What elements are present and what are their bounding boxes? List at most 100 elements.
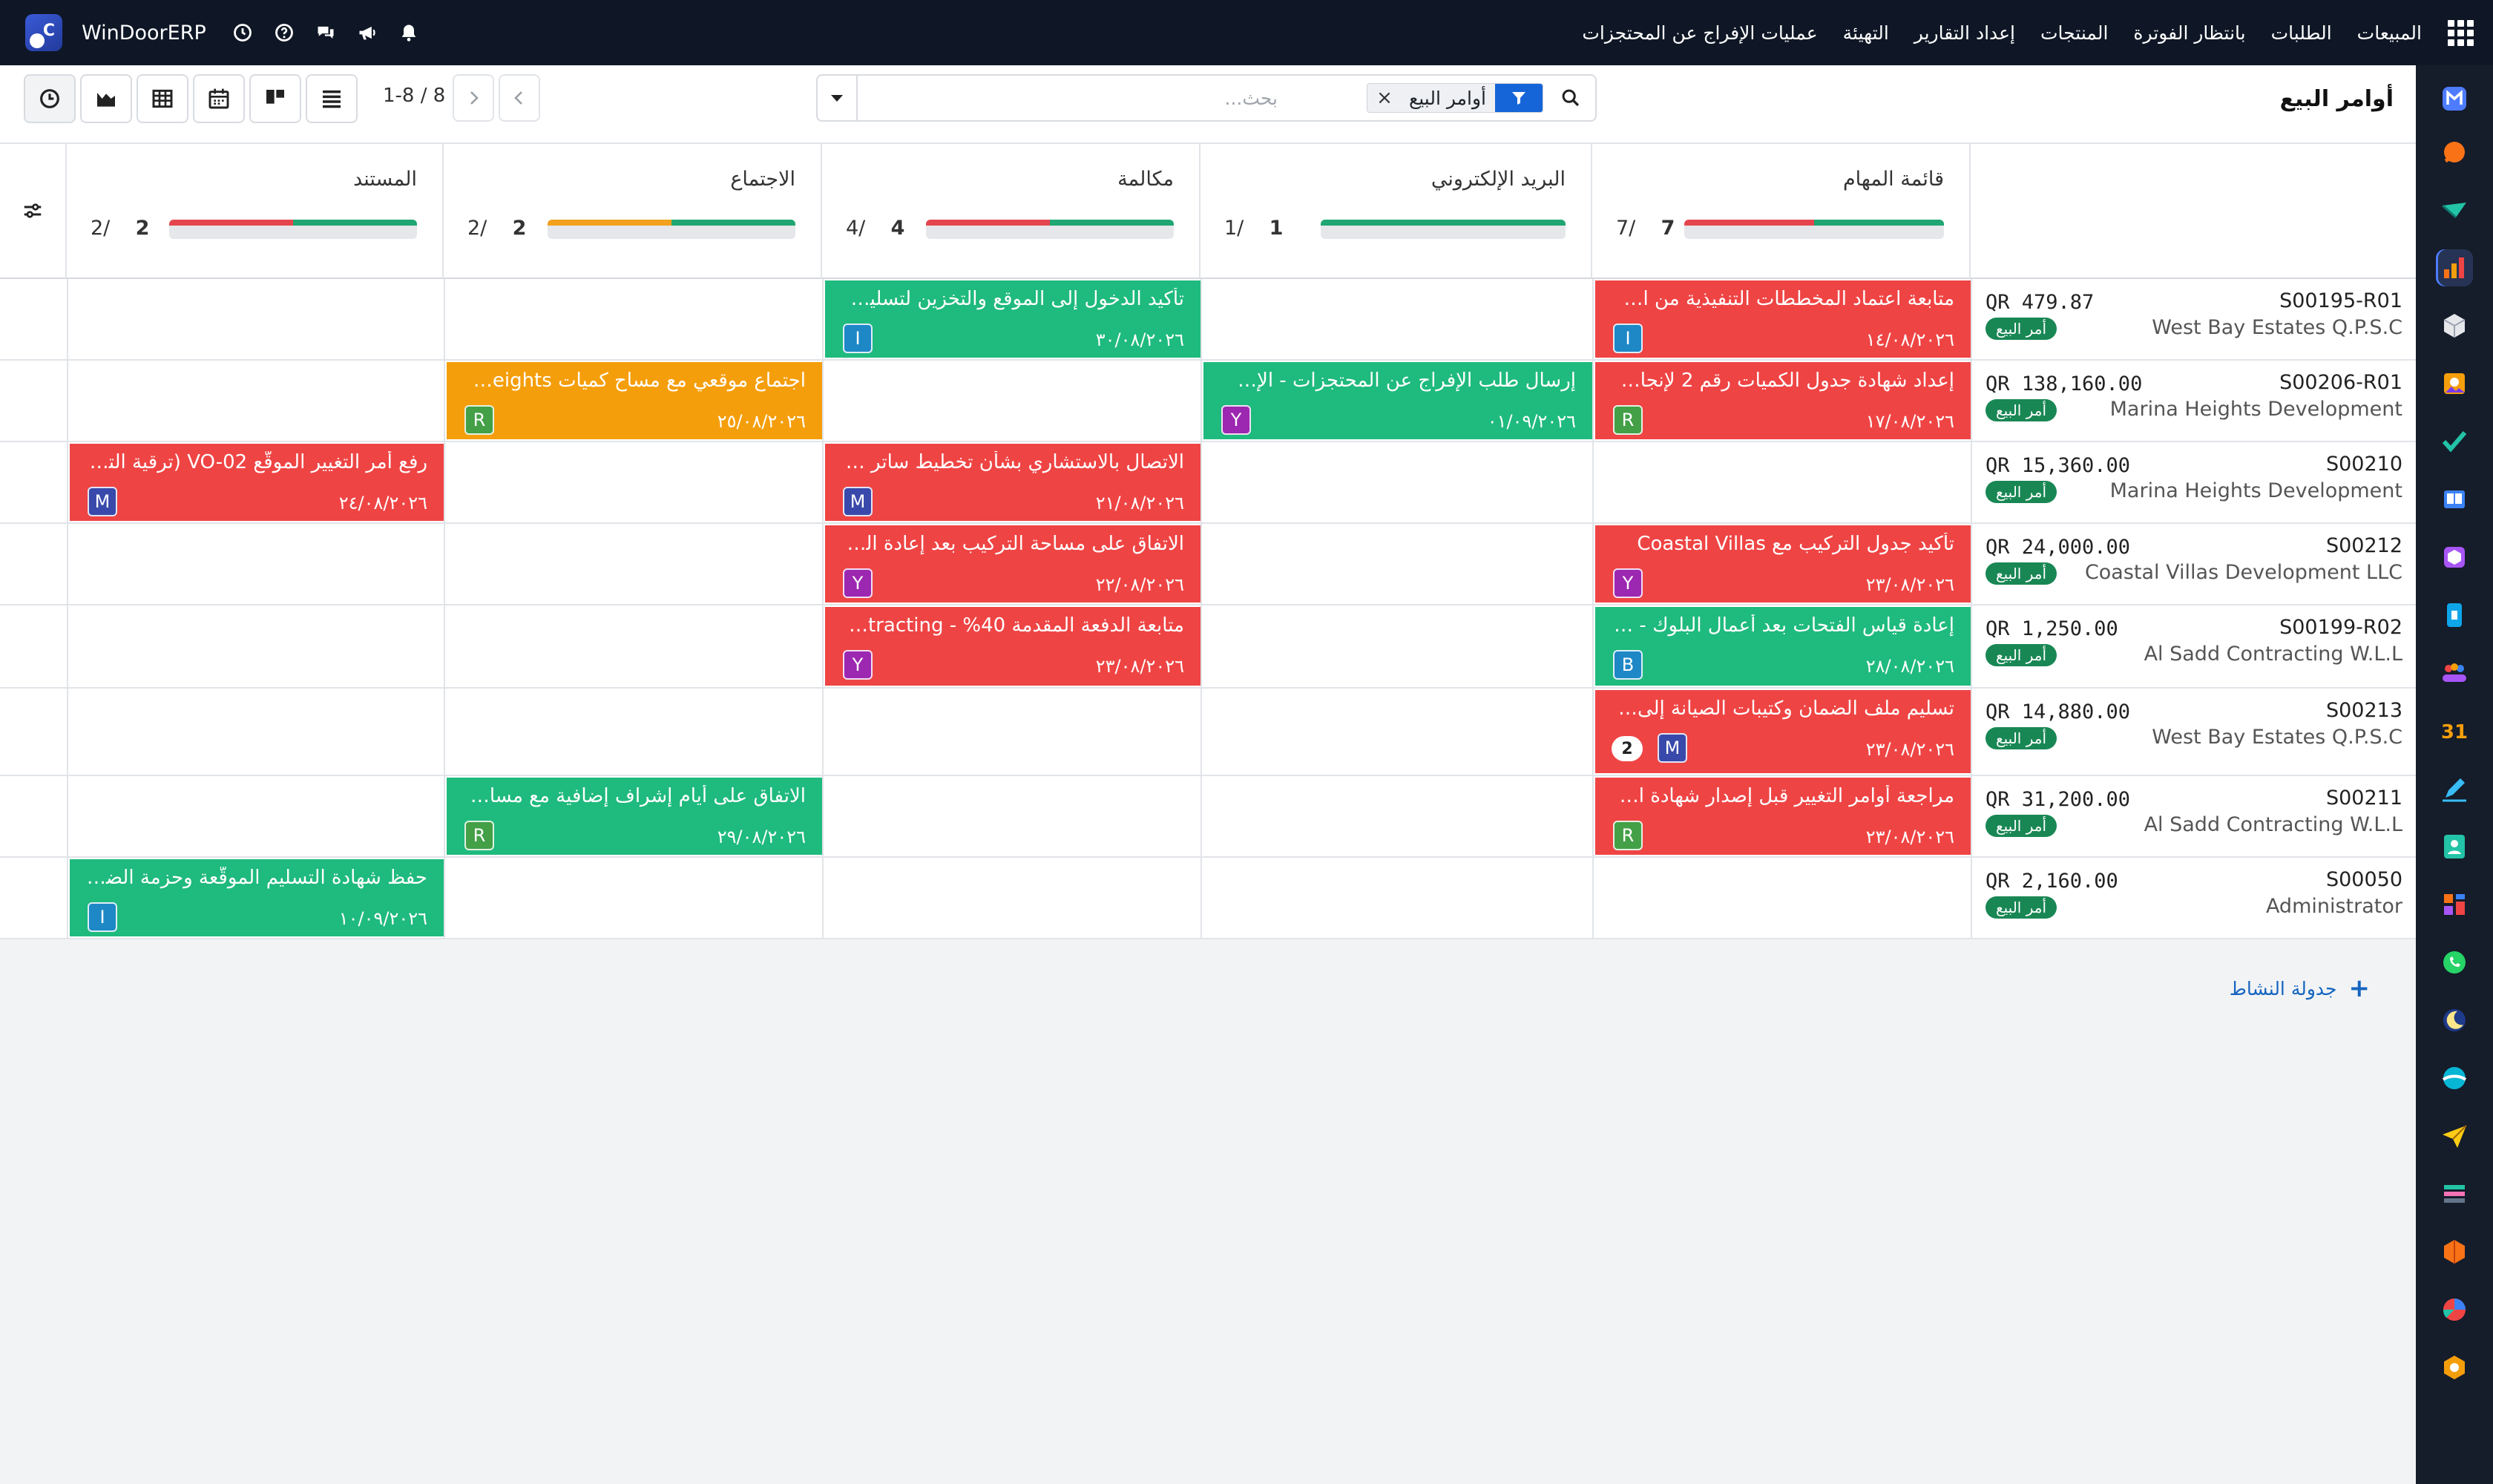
schedule-activity-link[interactable]: + جدولة النشاط — [2230, 974, 2370, 1003]
cube-app-icon[interactable] — [2436, 539, 2473, 576]
activity-card[interactable]: حفظ شهادة التسليم الموقّعة وحزمة الضمان ١… — [70, 859, 444, 936]
column-header-email[interactable]: البريد الإلكتروني 1/ 1 — [1200, 144, 1592, 279]
activity-cell[interactable] — [822, 689, 1200, 775]
avatar[interactable]: Y — [843, 568, 873, 598]
column-header-meeting[interactable]: الاجتماع 2/ 2 — [444, 144, 822, 279]
avatar[interactable]: B — [1613, 650, 1643, 680]
bell-icon[interactable] — [398, 22, 420, 44]
activity-cell[interactable] — [1200, 279, 1592, 359]
feather-app-icon[interactable] — [2436, 191, 2473, 229]
avatar[interactable]: R — [464, 821, 494, 850]
search-icon[interactable] — [1546, 76, 1595, 120]
whatsapp-app-icon[interactable] — [2436, 944, 2473, 981]
column-header-call[interactable]: مكالمة 4/ 4 — [822, 144, 1200, 279]
avatar[interactable]: I — [843, 324, 873, 353]
column-header-document[interactable]: المستند 2/ 2 — [67, 144, 444, 279]
avatar[interactable]: M — [88, 487, 117, 516]
activity-cell[interactable]: تأكيد جدول التركيب مع Coastal Villas ٢٣/٠… — [1592, 524, 1971, 604]
settings-app-icon[interactable] — [2436, 1349, 2473, 1386]
activity-cell[interactable] — [67, 279, 444, 359]
column-progress-bar[interactable] — [1321, 220, 1566, 239]
activity-cell[interactable]: تسليم ملف الضمان وكتيبات الصيانة إلى t B… — [1592, 689, 1971, 775]
column-header-todo[interactable]: قائمة المهام 7/ 7 — [1592, 144, 1971, 279]
avatar[interactable]: R — [1613, 405, 1643, 435]
activity-cell[interactable]: متابعة الدفعة المقدمة 40% - ontracting..… — [822, 605, 1200, 687]
activity-card[interactable]: متابعة اعتماد المخططات التنفيذية من الاس… — [1595, 280, 1971, 358]
search-input[interactable] — [862, 83, 1278, 113]
phone-app-icon[interactable] — [2436, 597, 2473, 634]
activity-cell[interactable] — [444, 858, 822, 938]
check-app-icon[interactable] — [2436, 423, 2473, 460]
activity-cell[interactable]: إرسال طلب الإفراج عن المحتجزات - الإنجاز… — [1200, 361, 1592, 441]
chat-icon[interactable] — [315, 22, 337, 44]
activity-card[interactable]: إعادة قياس الفتحات بعد أعمال البلوك - مج… — [1595, 607, 1971, 686]
menu-orders[interactable]: الطلبات — [2271, 22, 2332, 44]
pager-value[interactable]: 1-8 / 8 — [383, 85, 445, 107]
avatar[interactable]: Y — [1613, 568, 1643, 598]
activity-cell[interactable] — [444, 689, 822, 775]
mail-app-icon[interactable] — [2436, 80, 2473, 117]
activity-cell[interactable] — [1200, 524, 1592, 604]
send-app-icon[interactable] — [2436, 1117, 2473, 1155]
activity-cell[interactable] — [822, 858, 1200, 938]
activity-cell[interactable]: إعداد شهادة جدول الكميات رقم 2 لإنجاز شه… — [1592, 361, 1971, 441]
discuss-app-icon[interactable] — [2436, 134, 2473, 171]
activity-cell[interactable]: تأكيد الدخول إلى الموقع والتخزين لتسليم … — [822, 279, 1200, 359]
activity-cell[interactable] — [1592, 442, 1971, 522]
column-progress-bar[interactable] — [548, 220, 795, 239]
activity-card[interactable]: اجتماع موقعي مع مساح كميات a Heights... ٢… — [447, 362, 822, 439]
menu-reporting[interactable]: إعداد التقارير — [1914, 22, 2015, 44]
activity-cell[interactable] — [822, 776, 1200, 856]
record-cell[interactable]: S00212 Coastal Villas Development LLC QR 2… — [1971, 524, 2416, 604]
search-box[interactable]: أوامر البيع × — [816, 74, 1597, 122]
layers-app-icon[interactable] — [2436, 1175, 2473, 1212]
column-settings-button[interactable] — [0, 144, 67, 279]
record-cell[interactable]: S00211 Al Sadd Contracting W.L.L QR 31,200… — [1971, 776, 2416, 856]
activity-cell[interactable]: الاتفاق على مساحة التركيب بعد إعادة القي… — [822, 524, 1200, 604]
activity-cell[interactable] — [67, 524, 444, 604]
avatar[interactable]: I — [1613, 324, 1643, 353]
contacts-app-icon[interactable] — [2436, 828, 2473, 865]
activity-cell[interactable] — [67, 605, 444, 687]
record-cell[interactable]: S00213 West Bay Estates Q.P.S.C QR 14,880.… — [1971, 689, 2416, 775]
avatar[interactable]: I — [88, 902, 117, 932]
pager-next-button[interactable] — [453, 74, 494, 122]
activity-card[interactable]: رفع أمر التغيير الموقّع VO-02 (ترقية الت… — [70, 444, 444, 521]
team-app-icon[interactable] — [2436, 654, 2473, 692]
photo-app-icon[interactable] — [2436, 365, 2473, 402]
box-app-icon[interactable] — [2436, 307, 2473, 344]
activity-cell[interactable] — [1200, 776, 1592, 856]
activity-cell[interactable] — [1200, 858, 1592, 938]
menu-retention-release[interactable]: عمليات الإفراج عن المحتجزات — [1582, 22, 1817, 44]
activity-cell[interactable] — [1200, 442, 1592, 522]
hexagon-app-icon[interactable] — [2436, 1233, 2473, 1270]
activity-card[interactable]: الاتفاق على مساحة التركيب بعد إعادة القي… — [825, 525, 1200, 603]
avatar[interactable]: Y — [1221, 405, 1251, 435]
menu-configuration[interactable]: التهيئة — [1843, 22, 1889, 44]
activity-card[interactable]: متابعة الدفعة المقدمة 40% - ontracting..… — [825, 607, 1200, 686]
pager-previous-button[interactable] — [499, 74, 540, 122]
activity-card[interactable]: الاتفاق على أيام إشراف إضافية مع مساح كم… — [447, 778, 822, 855]
avatar[interactable]: R — [464, 405, 494, 435]
activity-cell[interactable] — [67, 361, 444, 441]
activity-cell[interactable] — [1592, 858, 1971, 938]
activity-card[interactable]: مراجعة أوامر التغيير قبل إصدار شهادة الإ… — [1595, 778, 1971, 855]
record-cell[interactable]: S00206-R01 Marina Heights Development QR 1… — [1971, 361, 2416, 441]
company-logo-icon[interactable]: C — [25, 14, 62, 51]
book-app-icon[interactable] — [2436, 481, 2473, 518]
column-progress-bar[interactable] — [1684, 220, 1944, 239]
pie-app-icon[interactable] — [2436, 1291, 2473, 1328]
activity-card[interactable]: الاتصال بالاستشاري بشأن تخطيط ساتر سطح..… — [825, 444, 1200, 521]
activity-cell[interactable]: إعادة قياس الفتحات بعد أعمال البلوك - مج… — [1592, 605, 1971, 687]
wave-app-icon[interactable] — [2436, 1060, 2473, 1097]
menu-products[interactable]: المنتجات — [2040, 22, 2108, 44]
menu-to-invoice[interactable]: بانتظار الفوترة — [2133, 22, 2245, 44]
moon-app-icon[interactable] — [2436, 1002, 2473, 1039]
avatar[interactable]: M — [1658, 733, 1687, 763]
activity-cell[interactable] — [1200, 689, 1592, 775]
activity-view-button[interactable] — [24, 74, 76, 123]
clock-icon[interactable] — [231, 22, 254, 44]
activity-cell[interactable] — [444, 279, 822, 359]
calendar-view-button[interactable] — [193, 74, 245, 123]
dashboard-app-icon[interactable] — [2436, 886, 2473, 923]
